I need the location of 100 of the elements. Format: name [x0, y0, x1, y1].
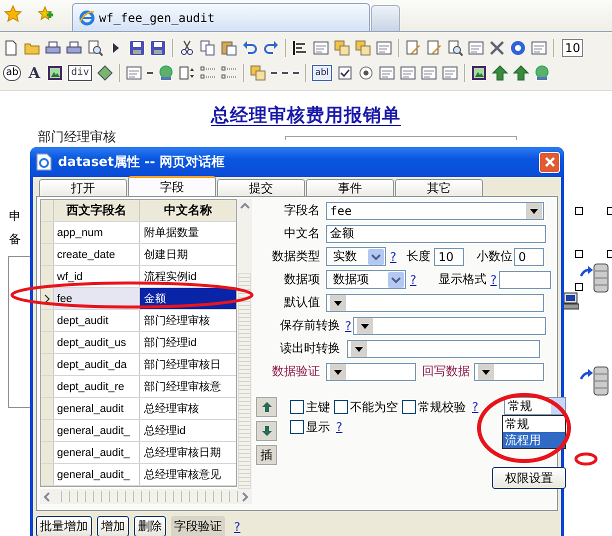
- help-link[interactable]: ?: [336, 420, 342, 434]
- dialog-button[interactable]: 增加: [97, 516, 129, 536]
- tab[interactable]: 事件: [306, 179, 394, 196]
- grid-row[interactable]: dept_audit_re 部门经理审核意: [41, 376, 236, 398]
- move-down-button[interactable]: [256, 421, 277, 441]
- help-link[interactable]: ?: [234, 520, 240, 534]
- grid-row[interactable]: general_audit_ 总经理审核日期: [41, 442, 236, 464]
- layers-icon[interactable]: [334, 40, 350, 56]
- field-name-combo[interactable]: fee: [326, 202, 544, 220]
- checkbox[interactable]: [290, 420, 304, 434]
- grid-row[interactable]: dept_audit 部门经理审核: [41, 310, 236, 332]
- row-header[interactable]: [41, 266, 54, 287]
- tab[interactable]: 打开: [39, 179, 127, 196]
- navigation-icon[interactable]: [512, 64, 529, 80]
- grid-row[interactable]: dept_audit_da 部门经理审核日: [41, 354, 236, 376]
- paste-icon[interactable]: [221, 40, 237, 56]
- window-icon[interactable]: [468, 40, 484, 56]
- image-icon[interactable]: [470, 64, 487, 80]
- save-icon[interactable]: [129, 40, 145, 56]
- document-icon[interactable]: [3, 40, 19, 56]
- shape-icon[interactable]: [97, 64, 114, 80]
- toolbar-button[interactable]: div: [68, 64, 92, 80]
- radio-icon[interactable]: [358, 64, 374, 80]
- edit-icon[interactable]: [426, 40, 442, 56]
- permission-settings-button[interactable]: 权限设置: [492, 467, 566, 489]
- dialog-button[interactable]: 批量增加: [36, 516, 92, 536]
- display-format-field[interactable]: [498, 270, 551, 288]
- grid-row[interactable]: general_audit_ 总经理审核意见: [41, 464, 236, 486]
- close-button[interactable]: [539, 152, 560, 172]
- redo-icon[interactable]: [263, 40, 279, 56]
- help-link[interactable]: ?: [410, 272, 416, 286]
- save-icon[interactable]: [150, 40, 166, 56]
- window-icon[interactable]: [531, 40, 547, 56]
- horizontal-scrollbar[interactable]: [40, 489, 252, 504]
- checkbox[interactable]: [290, 400, 304, 414]
- spinner-icon[interactable]: [179, 64, 196, 80]
- navigation-icon[interactable]: [492, 64, 508, 80]
- tab[interactable]: 提交: [217, 179, 305, 196]
- dropdown-option[interactable]: 常规: [503, 416, 565, 432]
- window-icon[interactable]: [420, 64, 437, 80]
- tools-icon[interactable]: [489, 40, 505, 56]
- move-up-button[interactable]: [256, 397, 277, 417]
- dialog-button[interactable]: 字段验证: [171, 516, 225, 536]
- toolbar-button[interactable]: ab: [3, 64, 22, 80]
- window-icon[interactable]: [442, 64, 458, 80]
- globe-icon[interactable]: [534, 64, 550, 80]
- length-field[interactable]: 10: [434, 248, 464, 266]
- selection-handle[interactable]: [575, 207, 583, 215]
- layers-icon[interactable]: [250, 64, 266, 80]
- chinese-name-field[interactable]: 金额: [326, 224, 546, 242]
- insert-button[interactable]: 插: [256, 445, 277, 465]
- data-item-select[interactable]: 数据项: [326, 270, 406, 289]
- selection-handle[interactable]: [575, 283, 583, 291]
- checkbox-icon[interactable]: [336, 64, 353, 80]
- toolbar-button[interactable]: A: [26, 66, 42, 80]
- window-icon[interactable]: [313, 40, 329, 56]
- checkbox[interactable]: [402, 400, 416, 414]
- selection-handle[interactable]: [575, 250, 583, 258]
- window-icon[interactable]: [126, 64, 142, 80]
- printer-icon[interactable]: [66, 40, 82, 56]
- add-favorite-icon[interactable]: [36, 5, 54, 23]
- star-icon[interactable]: [4, 5, 22, 23]
- data-type-select[interactable]: 实数: [326, 247, 386, 266]
- tab[interactable]: 其它: [395, 179, 483, 196]
- grid-row[interactable]: app_num 附单据数量: [41, 222, 236, 244]
- list-icon[interactable]: [200, 64, 216, 80]
- help-link[interactable]: ?: [472, 400, 478, 414]
- dropdown-option[interactable]: 流程用: [503, 432, 565, 448]
- window-icon[interactable]: [376, 40, 392, 56]
- edit-icon[interactable]: [405, 40, 421, 56]
- help-icon[interactable]: [510, 40, 526, 56]
- dialog-button[interactable]: 删除: [134, 516, 166, 536]
- grid-row[interactable]: dept_audit_us 部门经理id: [41, 332, 236, 354]
- magnifier-icon[interactable]: [447, 40, 463, 56]
- window-icon[interactable]: [400, 64, 416, 80]
- checkbox[interactable]: [334, 400, 348, 414]
- align-icon[interactable]: [292, 40, 308, 56]
- help-link[interactable]: ?: [345, 318, 352, 332]
- browser-tab[interactable]: wf_fee_gen_audit: [72, 3, 370, 31]
- grid-row[interactable]: general_audit_ 总经理id: [41, 420, 236, 442]
- printer-icon[interactable]: [45, 40, 61, 56]
- help-link[interactable]: ?: [390, 250, 396, 264]
- grid-row[interactable]: general_audit 总经理审核: [41, 398, 236, 420]
- vertical-scrollbar[interactable]: [237, 199, 252, 489]
- font-size-field[interactable]: 10: [562, 38, 584, 56]
- image-icon[interactable]: [47, 64, 64, 80]
- globe-icon[interactable]: [158, 64, 174, 80]
- grid-row[interactable]: create_date 创建日期: [41, 244, 236, 266]
- undo-icon[interactable]: [242, 40, 258, 56]
- magnifier-icon[interactable]: [87, 40, 103, 56]
- scissors-icon[interactable]: [179, 40, 195, 56]
- toolbar-button[interactable]: abl: [312, 64, 332, 80]
- decimals-field[interactable]: 0: [514, 248, 544, 266]
- text-field[interactable]: [285, 136, 517, 140]
- layers-icon[interactable]: [355, 40, 371, 56]
- copy-icon[interactable]: [200, 40, 216, 56]
- tab[interactable]: 字段: [128, 176, 216, 196]
- window-icon[interactable]: [378, 64, 395, 80]
- list-icon[interactable]: [221, 64, 238, 80]
- help-link[interactable]: ?: [490, 272, 497, 286]
